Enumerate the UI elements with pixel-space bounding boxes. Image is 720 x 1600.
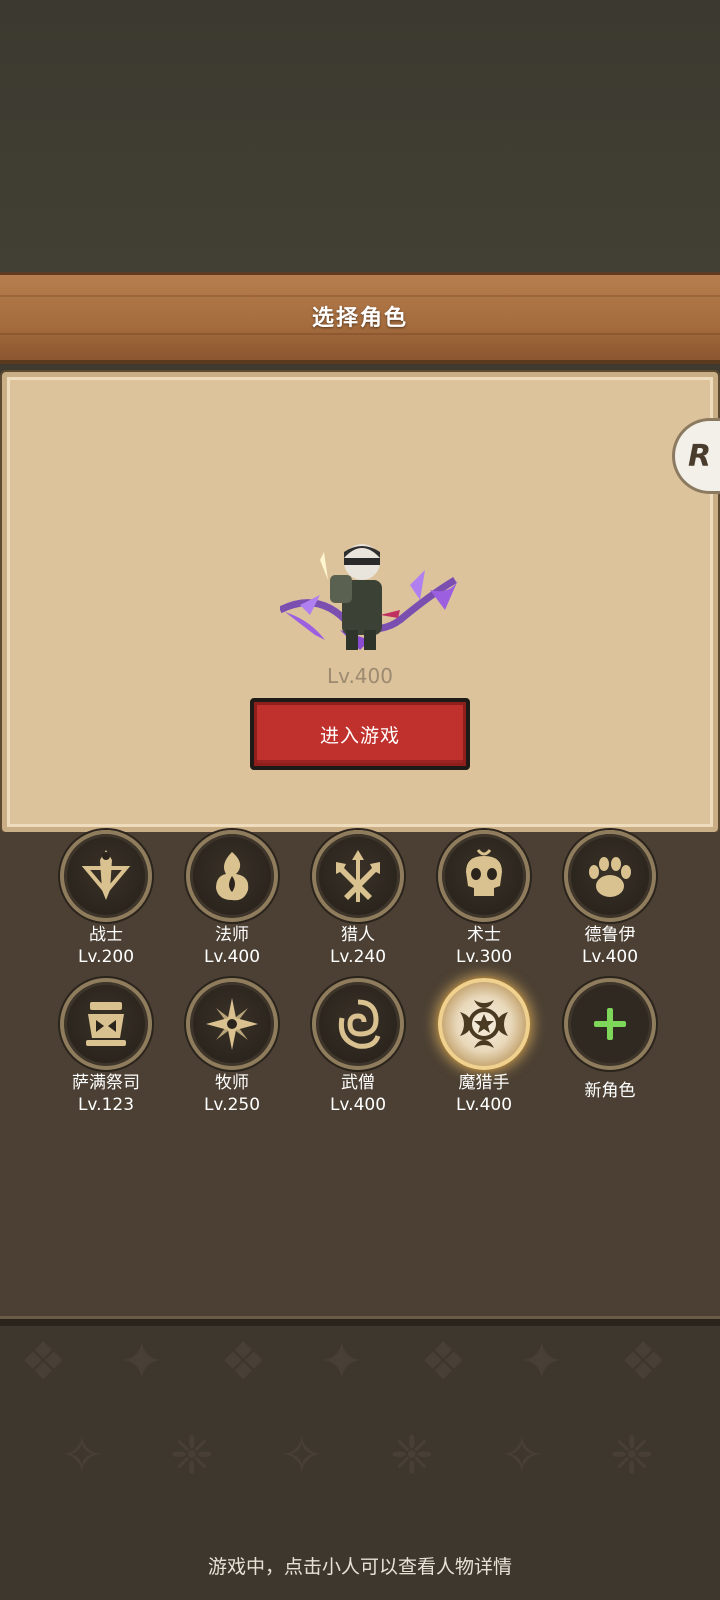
decor-rune-icon: ✧	[280, 1426, 324, 1486]
bottom-divider	[0, 1316, 720, 1326]
class-level: Lv.400	[203, 947, 261, 967]
class-name: 新角色	[584, 1081, 636, 1101]
hint-text: 游戏中，点击小人可以查看人物详情	[207, 1556, 512, 1578]
star-burst-icon	[186, 978, 278, 1070]
class-name: 术士	[467, 925, 501, 945]
totem-icon	[60, 978, 152, 1070]
plus-icon	[564, 978, 656, 1070]
page-title: 选择角色	[311, 306, 408, 331]
class-level: Lv.250	[203, 1095, 261, 1115]
class-level: Lv.300	[455, 947, 513, 967]
class-name: 德鲁伊	[584, 925, 636, 945]
class-name: 猎人	[341, 925, 375, 945]
class-warlock[interactable]: 术士 Lv.300	[424, 830, 544, 968]
class-level: Lv.400	[329, 1095, 387, 1115]
skull-icon	[438, 830, 530, 922]
class-monk[interactable]: 武僧 Lv.400	[298, 978, 418, 1116]
decor-flame-icon: ❖	[20, 1332, 67, 1392]
arrows-icon	[312, 830, 404, 922]
sword-icon	[60, 830, 152, 922]
class-druid[interactable]: 德鲁伊 Lv.400	[550, 830, 670, 968]
decor-rune-icon: ✧	[60, 1426, 104, 1486]
paw-icon	[564, 830, 656, 922]
decor-rune-icon: ❈	[390, 1426, 434, 1486]
top-backdrop	[0, 0, 720, 272]
decor-flame-icon: ❖	[220, 1332, 267, 1392]
class-level: Lv.123	[77, 1095, 135, 1115]
class-name: 牧师	[215, 1073, 249, 1093]
decor-flame-icon: ✦	[520, 1332, 564, 1392]
class-level: Lv.400	[581, 947, 639, 967]
class-name: 武僧	[341, 1073, 375, 1093]
class-mage[interactable]: 法师 Lv.400	[172, 830, 292, 968]
class-name: 魔猎手	[458, 1073, 510, 1093]
class-level: Lv.400	[455, 1095, 513, 1115]
class-hunter[interactable]: 猎人 Lv.240	[298, 830, 418, 968]
demon-star-icon	[438, 978, 530, 1070]
class-level: Lv.240	[329, 947, 387, 967]
class-name: 萨满祭司	[72, 1073, 140, 1093]
enter-game-button[interactable]: 进入游戏	[250, 698, 470, 770]
decor-flame-icon: ❖	[420, 1332, 467, 1392]
class-name: 战士	[89, 925, 123, 945]
class-shaman[interactable]: 萨满祭司 Lv.123	[46, 978, 166, 1116]
class-demon-hunter[interactable]: 魔猎手 Lv.400	[424, 978, 544, 1116]
swirl-icon	[312, 978, 404, 1070]
decor-flame-icon: ✦	[120, 1332, 164, 1392]
new-character-button[interactable]: 新角色	[550, 978, 670, 1102]
class-name: 法师	[215, 925, 249, 945]
decor-rune-icon: ✧	[500, 1426, 544, 1486]
class-priest[interactable]: 牧师 Lv.250	[172, 978, 292, 1116]
character-level: Lv.400	[327, 664, 393, 688]
class-level: Lv.200	[77, 947, 135, 967]
decor-flame-icon: ❖	[620, 1332, 667, 1392]
class-warrior[interactable]: 战士 Lv.200	[46, 830, 166, 968]
decor-flame-icon: ✦	[320, 1332, 364, 1392]
header-bar: 选择角色	[0, 272, 720, 364]
side-tab-glyph: R	[687, 438, 712, 474]
decor-rune-icon: ❈	[170, 1426, 214, 1486]
flame-icon	[186, 830, 278, 922]
character-avatar[interactable]	[280, 540, 470, 670]
decor-rune-icon: ❈	[610, 1426, 654, 1486]
